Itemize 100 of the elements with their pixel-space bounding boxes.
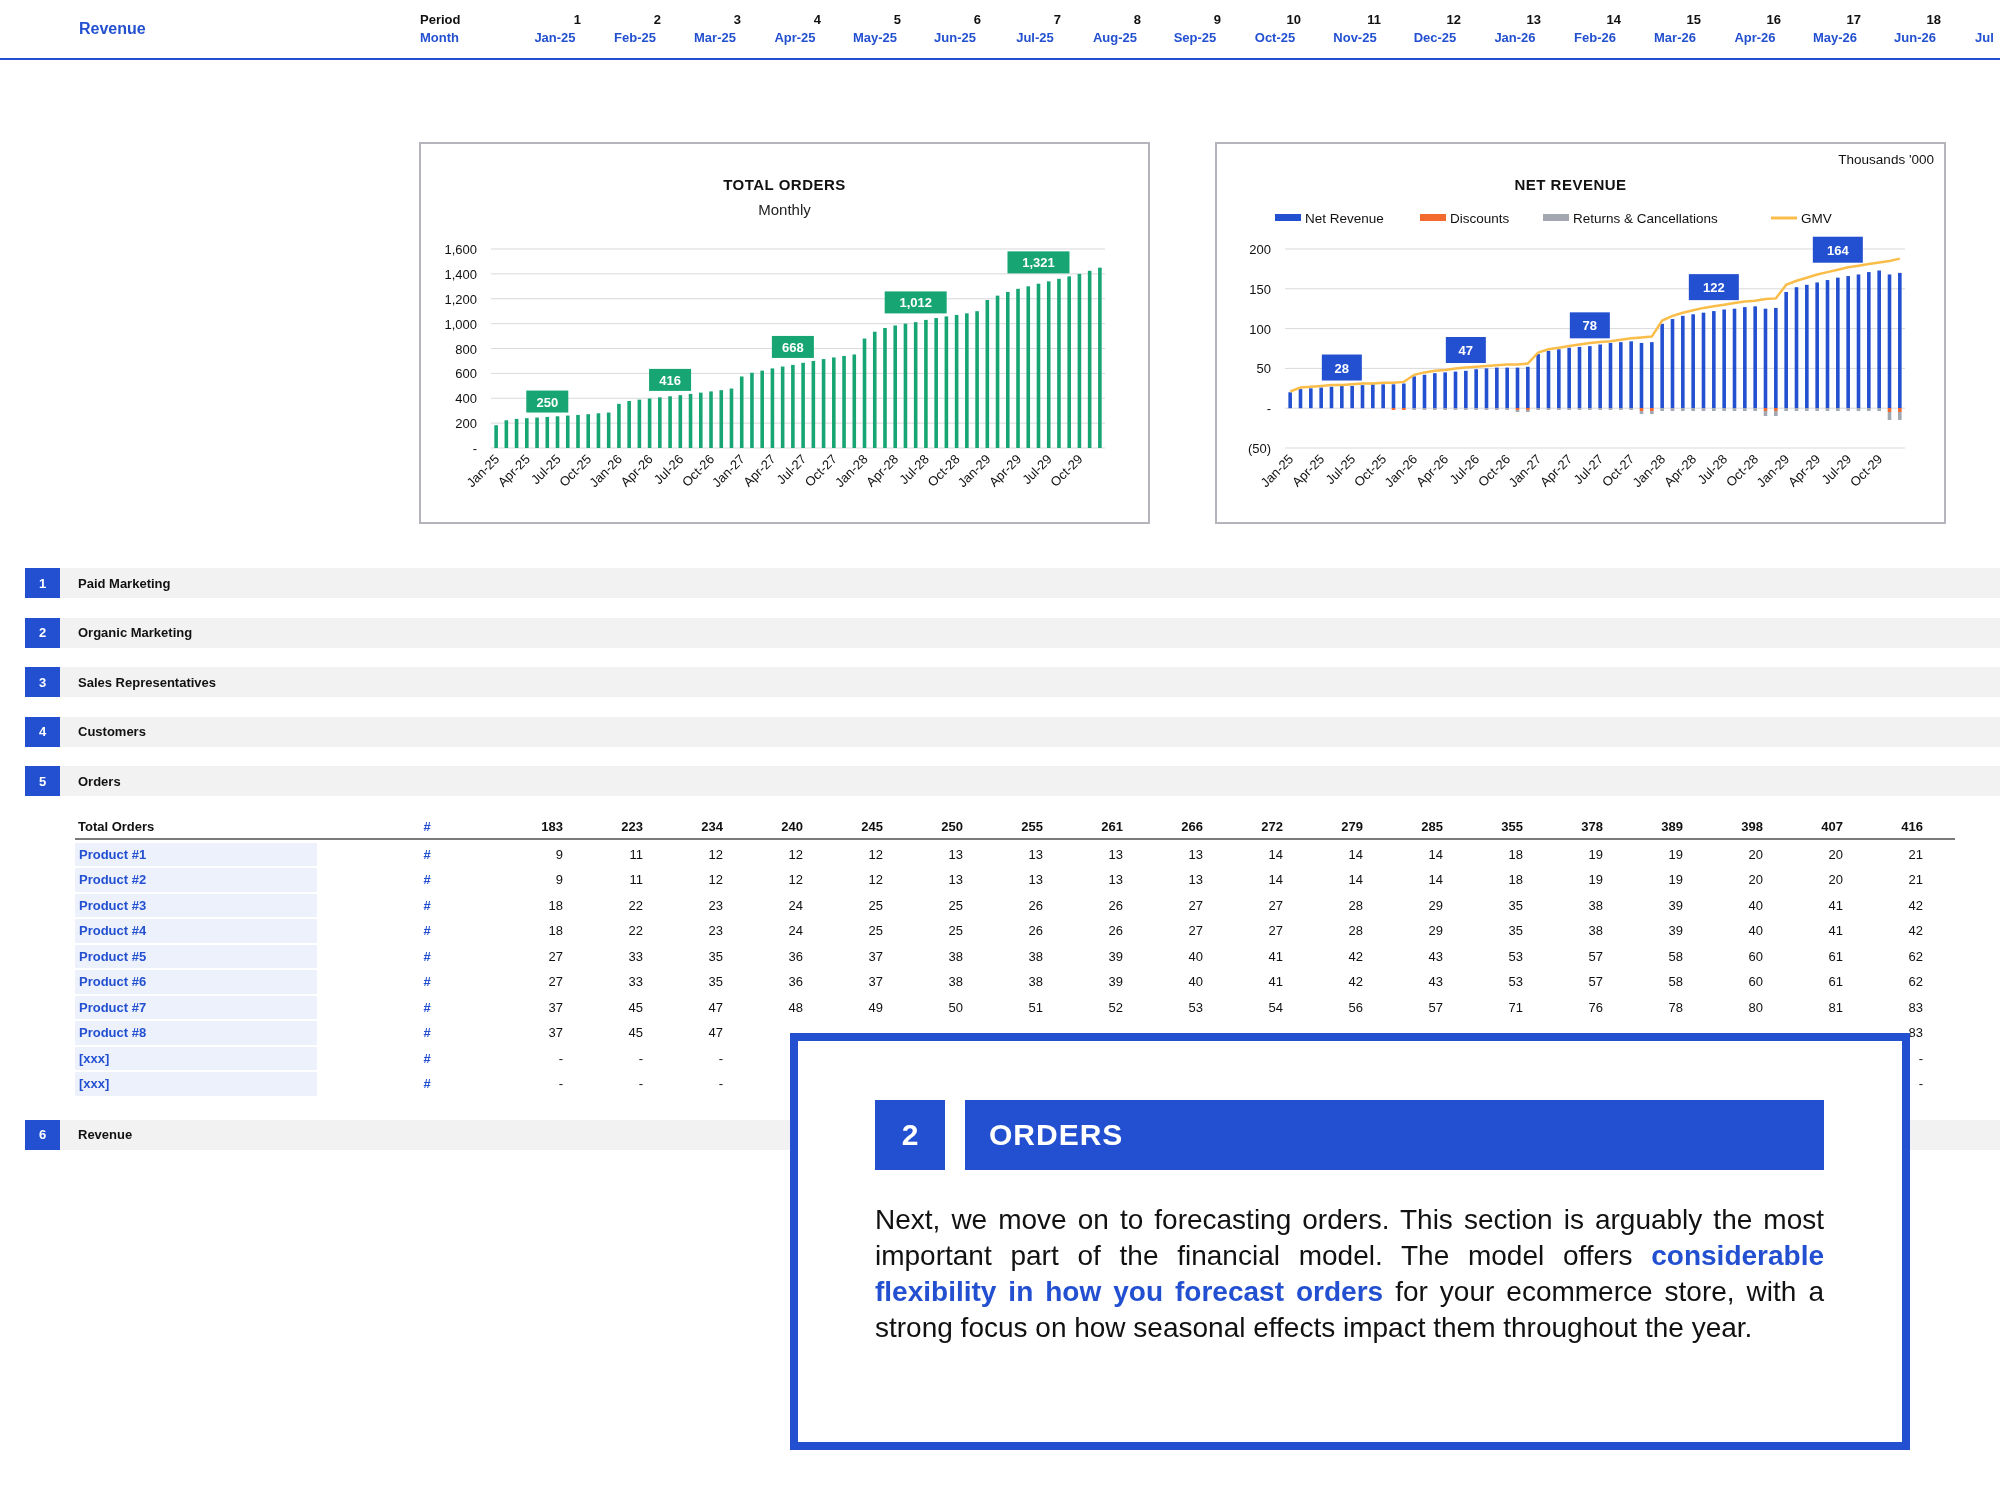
period-number: 2: [653, 11, 661, 29]
table-cell: 53: [1508, 974, 1523, 990]
table-cell: 14: [1428, 872, 1443, 888]
table-cell: 25: [948, 897, 963, 913]
table-cell: 50: [948, 999, 963, 1015]
table-cell: 62: [1908, 974, 1923, 990]
period-number: 11: [1367, 11, 1381, 29]
table-cell: 12: [708, 872, 723, 888]
table-cell: -: [1918, 1050, 1923, 1066]
table-cell: 25: [868, 923, 883, 939]
section-number: 5: [25, 766, 60, 796]
table-cell: 81: [1828, 999, 1843, 1015]
table-cell: 183: [541, 819, 563, 834]
table-cell: 37: [548, 1025, 563, 1041]
period-month: Dec-25: [1413, 29, 1457, 47]
data-label: 78: [1569, 312, 1610, 339]
table-cell: 51: [1028, 999, 1043, 1015]
table-cell: -: [638, 1050, 643, 1066]
table-cell: 60: [1748, 974, 1763, 990]
table-cell: 42: [1348, 974, 1363, 990]
table-cell: 39: [1668, 897, 1683, 913]
tick-label: 1,400: [444, 266, 477, 282]
unit-cell-text: #: [422, 846, 432, 862]
table-cell: 45: [628, 999, 643, 1015]
table-cell: 9: [555, 872, 563, 888]
period-month: Nov-25: [1333, 29, 1377, 47]
period-number: 10: [1286, 11, 1301, 29]
period-month: Mar-26: [1654, 29, 1696, 47]
bar: [504, 420, 509, 448]
table-cell: 26: [1108, 897, 1123, 913]
data-label: 416: [659, 372, 681, 388]
unit-note: Thousands '000: [1838, 152, 1934, 167]
bar: [668, 396, 672, 448]
callout-title: ORDERS: [965, 1100, 1824, 1170]
unit-cell-text: #: [422, 999, 432, 1015]
bar: [586, 414, 590, 448]
table-cell: 61: [1828, 948, 1843, 964]
bar: [637, 399, 642, 448]
period-month: Apr-26: [1734, 29, 1776, 47]
section-number: 3: [25, 667, 60, 697]
table-cell: -: [718, 1076, 723, 1092]
table-cell: 416: [1901, 819, 1923, 834]
period-month: Jan-26: [1494, 29, 1536, 47]
row-label: [xxx]: [75, 1046, 317, 1070]
tick-label: 1,600: [444, 242, 477, 257]
data-label: 47: [1445, 337, 1486, 363]
bar: [617, 403, 621, 448]
table-cell: 41: [1268, 974, 1283, 990]
table-cell: 20: [1748, 872, 1763, 888]
tick-label: -: [472, 441, 477, 456]
data-label: 164: [1812, 236, 1863, 263]
table-cell: 33: [628, 974, 643, 990]
header-label: Period: [420, 11, 461, 29]
bar: [576, 414, 580, 448]
period-number: 17: [1846, 11, 1861, 29]
section-number: 6: [25, 1119, 60, 1150]
table-cell: 234: [701, 819, 723, 834]
table-cell: 27: [548, 948, 563, 964]
table-cell: 12: [708, 846, 723, 862]
period-number: 13: [1526, 11, 1541, 29]
table-cell: 12: [788, 872, 803, 888]
bar: [514, 418, 519, 448]
table-cell: 57: [1428, 999, 1443, 1015]
period-number: 18: [1926, 11, 1941, 29]
bar: [565, 415, 570, 448]
legend-item: Returns & Cancellations: [1543, 211, 1718, 226]
table-cell: 22: [628, 897, 643, 913]
table-cell: 38: [948, 974, 963, 990]
row-label: Product #5: [75, 944, 317, 968]
bar: [1381, 384, 1385, 409]
section-title: Paid Marketing: [78, 575, 171, 591]
tick-label: 400: [455, 391, 477, 407]
row-label: Total Orders: [77, 819, 156, 834]
table-cell: 12: [788, 846, 803, 862]
legend-label: GMV: [1801, 211, 1832, 226]
row-label: Product #1: [75, 842, 317, 866]
table-cell: 20: [1828, 846, 1843, 862]
table-cell: 47: [708, 999, 723, 1015]
table-cell: 47: [708, 1025, 723, 1041]
section-title: Sales Representatives: [78, 674, 217, 690]
table-cell: 398: [1741, 819, 1763, 834]
bar: [709, 391, 713, 448]
table-cell: 35: [1508, 923, 1523, 939]
table-cell: 13: [1188, 872, 1203, 888]
bar: [729, 388, 734, 448]
period-month: Aug-25: [1092, 29, 1138, 47]
period-number: 6: [973, 11, 981, 29]
table-cell: 26: [1028, 923, 1043, 939]
table-cell: 49: [868, 999, 883, 1015]
table-cell: 18: [1508, 846, 1523, 862]
row-label: Product #3: [75, 893, 317, 917]
table-cell: 20: [1748, 846, 1763, 862]
data-label: 668: [782, 339, 804, 355]
data-label: 1,012: [899, 295, 932, 311]
bar: [606, 412, 611, 448]
table-cell: 80: [1748, 999, 1763, 1015]
table-cell: 48: [788, 999, 803, 1015]
chart-subtitle: Monthly: [758, 201, 811, 218]
data-label: 1,321: [1022, 255, 1055, 271]
table-cell: 255: [1021, 819, 1043, 834]
